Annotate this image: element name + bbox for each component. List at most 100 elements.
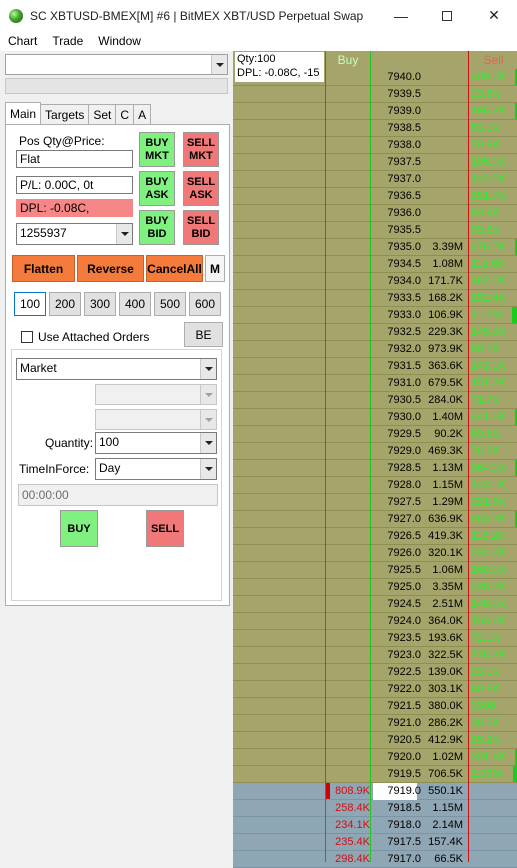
ladder-row[interactable]: 7937.5 105.1K bbox=[233, 154, 517, 171]
ladder-row[interactable]: 7932.5 229.3K 145.3K bbox=[233, 324, 517, 341]
price-cell[interactable]: 7937.0 bbox=[371, 171, 421, 187]
flatten-button[interactable]: Flatten bbox=[12, 255, 75, 282]
ask-size-cell[interactable]: 196.2K bbox=[470, 103, 512, 119]
ask-size-cell[interactable]: 281.6K bbox=[470, 494, 512, 510]
buy-ask-button[interactable]: BUY ASK bbox=[139, 171, 175, 206]
ladder-row[interactable]: 7925.5 1.06M 160.1K bbox=[233, 562, 517, 579]
tab-main[interactable]: Main bbox=[5, 102, 42, 124]
ladder-row[interactable]: 7925.0 3.35M 338.2K bbox=[233, 579, 517, 596]
price-cell[interactable]: 7921.5 bbox=[371, 698, 421, 714]
close-button[interactable]: ✕ bbox=[471, 0, 517, 31]
ask-size-cell[interactable]: 409.2K bbox=[470, 69, 512, 85]
ask-size-cell[interactable]: 99.2K bbox=[470, 341, 512, 357]
ask-size-cell[interactable]: 23.8K bbox=[470, 86, 512, 102]
price-cell[interactable]: 7927.5 bbox=[371, 494, 421, 510]
price-cell[interactable]: 7935.0 bbox=[371, 239, 421, 255]
bid-size-cell[interactable]: 234.1K bbox=[326, 817, 370, 833]
ask-size-cell[interactable]: 153.6K bbox=[470, 613, 512, 629]
ladder-row[interactable]: 7935.5 99.8K bbox=[233, 222, 517, 239]
ladder-row[interactable]: 7920.0 1.02M 201.9K bbox=[233, 749, 517, 766]
price-cell[interactable]: 7930.0 bbox=[371, 409, 421, 425]
price-cell[interactable]: 7918.5 bbox=[371, 800, 421, 816]
qty-500-button[interactable]: 500 bbox=[154, 292, 186, 316]
ladder-row[interactable]: 7930.5 284.0K 71.7K bbox=[233, 392, 517, 409]
sell-ask-button[interactable]: SELL ASK bbox=[183, 171, 219, 206]
ask-size-cell[interactable]: 364.1K bbox=[470, 460, 512, 476]
price-cell[interactable]: 7934.5 bbox=[371, 256, 421, 272]
tab-c[interactable]: C bbox=[115, 104, 135, 124]
tab-set[interactable]: Set bbox=[88, 104, 117, 124]
ask-size-cell[interactable]: 112.6K bbox=[470, 256, 512, 272]
ladder-row[interactable]: 7936.0 93.9K bbox=[233, 205, 517, 222]
ladder-row[interactable]: 7926.0 320.1K 234.8K bbox=[233, 545, 517, 562]
ladder-row[interactable]: 7930.0 1.40M 441.6K bbox=[233, 409, 517, 426]
price-cell[interactable]: 7931.0 bbox=[371, 375, 421, 391]
ask-size-cell[interactable]: 148.0K bbox=[470, 596, 512, 612]
time-in-force-dropdown[interactable]: Day bbox=[95, 458, 217, 480]
ladder-row[interactable]: 7932.0 973.9K 99.2K bbox=[233, 341, 517, 358]
price-cell[interactable]: 7925.5 bbox=[371, 562, 421, 578]
price-cell[interactable]: 7922.0 bbox=[371, 681, 421, 697]
ask-size-cell[interactable]: 178.3K bbox=[470, 647, 512, 663]
ladder-row[interactable]: 7923.0 322.5K 178.3K bbox=[233, 647, 517, 664]
ladder-row[interactable]: 7931.5 363.6K 143.1K bbox=[233, 358, 517, 375]
ladder-row[interactable]: 7920.5 412.9K 15.2K bbox=[233, 732, 517, 749]
price-cell[interactable]: 7926.5 bbox=[371, 528, 421, 544]
ask-size-cell[interactable]: 70.3K bbox=[470, 137, 512, 153]
price-cell[interactable]: 7917.0 bbox=[371, 851, 421, 867]
symbol-dropdown[interactable] bbox=[5, 54, 228, 75]
price-cell[interactable]: 7932.0 bbox=[371, 341, 421, 357]
menu-trade[interactable]: Trade bbox=[44, 34, 90, 48]
buy-market-button[interactable]: BUY MKT bbox=[139, 132, 175, 167]
tab-targets[interactable]: Targets bbox=[40, 104, 90, 124]
ladder-row[interactable]: 7924.5 2.51M 148.0K bbox=[233, 596, 517, 613]
ask-size-cell[interactable]: 476.7K bbox=[470, 239, 512, 255]
price-cell[interactable]: 7919.5 bbox=[371, 766, 421, 782]
buy-bid-button[interactable]: BUY BID bbox=[139, 210, 175, 245]
ladder-row[interactable]: 7934.0 171.7K 162.0K bbox=[233, 273, 517, 290]
minimize-button[interactable]: — bbox=[378, 0, 424, 31]
reverse-button[interactable]: Reverse bbox=[77, 255, 144, 282]
buy-button[interactable]: BUY bbox=[60, 510, 98, 547]
ladder-row[interactable]: 7928.0 1.15M 143.1K bbox=[233, 477, 517, 494]
ladder-row[interactable]: 7939.0 196.2K bbox=[233, 103, 517, 120]
qty-600-button[interactable]: 600 bbox=[189, 292, 221, 316]
cancel-all-button[interactable]: CancelAll bbox=[146, 255, 203, 282]
attached-orders-checkbox[interactable] bbox=[21, 331, 33, 343]
ladder-row[interactable]: 234.1K 7918.0 2.14M bbox=[233, 817, 517, 834]
price-cell[interactable]: 7932.5 bbox=[371, 324, 421, 340]
ask-size-cell[interactable]: 145.3K bbox=[470, 324, 512, 340]
bid-size-cell[interactable]: 298.4K bbox=[326, 851, 370, 867]
price-cell[interactable]: 7918.0 bbox=[371, 817, 421, 833]
ask-size-cell[interactable]: 30.5K bbox=[470, 715, 512, 731]
m-button[interactable]: M bbox=[205, 255, 225, 282]
ladder-row[interactable]: 7924.0 364.0K 153.6K bbox=[233, 613, 517, 630]
ladder-row[interactable]: 7922.0 303.1K 60.3K bbox=[233, 681, 517, 698]
ask-size-cell[interactable]: 151.2K bbox=[470, 375, 512, 391]
price-cell[interactable]: 7926.0 bbox=[371, 545, 421, 561]
price-cell[interactable]: 7922.5 bbox=[371, 664, 421, 680]
ask-size-cell[interactable]: 151.7K bbox=[470, 188, 512, 204]
sell-market-button[interactable]: SELL MKT bbox=[183, 132, 219, 167]
ask-size-cell[interactable]: 15.2K bbox=[470, 732, 512, 748]
price-cell[interactable]: 7928.0 bbox=[371, 477, 421, 493]
ladder-row[interactable]: 7938.0 70.3K bbox=[233, 137, 517, 154]
ladder-row[interactable]: 7926.5 419.3K 118.2K bbox=[233, 528, 517, 545]
ladder-row[interactable]: 7931.0 679.5K 151.2K bbox=[233, 375, 517, 392]
ask-size-cell[interactable]: 143.1K bbox=[470, 477, 512, 493]
ladder-row[interactable]: 7929.0 469.3K 76.2K bbox=[233, 443, 517, 460]
price-cell[interactable]: 7920.5 bbox=[371, 732, 421, 748]
menu-window[interactable]: Window bbox=[90, 34, 148, 48]
ask-size-cell[interactable]: 338.2K bbox=[470, 579, 512, 595]
qty-300-button[interactable]: 300 bbox=[84, 292, 116, 316]
ask-size-cell[interactable]: 69.5K bbox=[470, 426, 512, 442]
price-cell[interactable]: 7929.0 bbox=[371, 443, 421, 459]
ask-size-cell[interactable]: 118.2K bbox=[470, 528, 512, 544]
price-cell[interactable]: 7935.5 bbox=[371, 222, 421, 238]
price-cell[interactable]: 7936.5 bbox=[371, 188, 421, 204]
ask-size-cell[interactable]: 152.4K bbox=[470, 290, 512, 306]
ask-size-cell[interactable]: 60.3K bbox=[470, 681, 512, 697]
ladder-row[interactable]: 7939.5 23.8K bbox=[233, 86, 517, 103]
price-cell[interactable]: 7929.5 bbox=[371, 426, 421, 442]
ask-size-cell[interactable]: 441.6K bbox=[470, 409, 512, 425]
